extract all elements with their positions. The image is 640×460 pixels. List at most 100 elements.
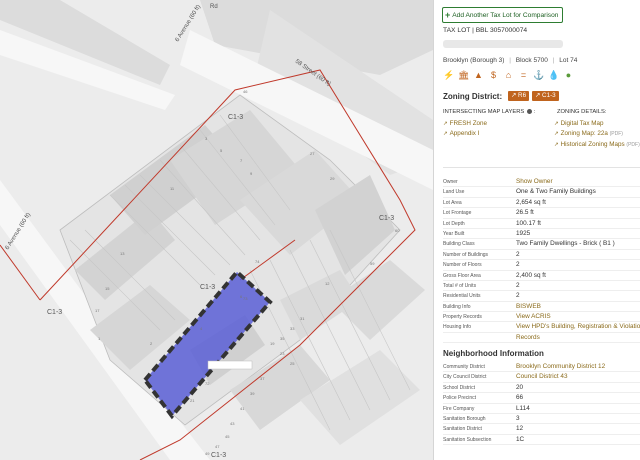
fresh-zone-link[interactable]: ↗ FRESH Zone (443, 120, 487, 127)
digital-tax-map-link[interactable]: ↗ Digital Tax Map (554, 120, 604, 127)
table-row: City Council District Council District 43 (443, 372, 640, 383)
table-row: Lot Depth 100.17 ft (443, 219, 640, 229)
lot-number-label: 35 (280, 336, 285, 341)
lot-number-label: 13 (120, 251, 125, 256)
zone-label: C1-3 (211, 452, 226, 459)
row-value: 66 (516, 394, 524, 402)
tax-lot-map[interactable]: 6 Avenue (60 ft) 58 Street (60 ft) 6 Ave… (0, 0, 433, 460)
row-value[interactable]: View ACRIS (516, 312, 551, 320)
layer-icon-bar: ⚡ 🏛 ▲ $ ⌂ = ⚓ 💧 ● (443, 70, 574, 81)
zoning-details-heading: ZONING DETAILS: (557, 109, 607, 115)
row-value: 2,400 sq ft (516, 271, 546, 279)
row-value: 12 (516, 425, 524, 433)
row-value: 2 (516, 281, 520, 289)
row-label: Sanitation District (443, 426, 482, 433)
lot-number-label: 15 (105, 286, 110, 291)
row-value[interactable]: Council District 43 (516, 372, 568, 380)
row-label: Year Built (443, 230, 465, 237)
table-row: Land Use One & Two Family Buildings (443, 187, 640, 198)
table-row: Building Class Two Family Dwellings - Bri… (443, 239, 640, 250)
zoning-tag-r6[interactable]: ↗ R6 (508, 91, 530, 101)
row-label: Property Records (443, 314, 482, 321)
table-row: Gross Floor Area 2,400 sq ft (443, 271, 640, 281)
divider (443, 167, 640, 168)
lot-info-panel: ✕ + Add Another Tax Lot for Comparison T… (433, 0, 640, 460)
lot-number-label: 27 (310, 151, 315, 156)
row-label: Gross Floor Area (443, 272, 481, 279)
zone-label: C1-3 (200, 284, 215, 291)
lot-number-label: 39 (250, 391, 255, 396)
lot-number-label: 25 (290, 361, 295, 366)
row-value: L114 (516, 404, 530, 412)
appendix-i-link[interactable]: ↗ Appendix I (443, 130, 479, 137)
borough-text: Brooklyn (Borough 3) (443, 57, 505, 64)
bank-icon[interactable]: 🏛 (458, 70, 469, 81)
table-row: Property Records View ACRIS (443, 312, 640, 323)
pin-icon[interactable]: ● (563, 70, 574, 81)
table-row: Residential Units 2 (443, 291, 640, 302)
table-row: Owner Show Owner (443, 177, 640, 188)
row-label: Number of Buildings (443, 251, 489, 258)
row-label: Lot Frontage (443, 210, 472, 217)
row-label: Community District (443, 364, 485, 370)
row-label: City Council District (443, 374, 487, 381)
road-icon[interactable]: ▲ (473, 70, 484, 81)
lot-number-label: 17 (95, 308, 100, 313)
house-icon[interactable]: ⌂ (503, 70, 514, 81)
zone-label: C1-3 (379, 215, 394, 222)
dollar-icon[interactable]: $ (488, 70, 499, 81)
row-value: 20 (516, 383, 524, 391)
row-value[interactable]: Show Owner (516, 177, 553, 185)
table-row: Sanitation Borough 3 (443, 414, 640, 425)
drop-icon[interactable]: 💧 (548, 70, 559, 81)
zoning-map-link[interactable]: ↗ Zoning Map: 22a (PDF) (554, 130, 623, 137)
neighborhood-table: Community District Brooklyn Community Dis… (443, 362, 640, 446)
row-label: Sanitation Subsection (443, 436, 492, 443)
table-row: Total # of Units 2 (443, 281, 640, 292)
intersecting-layers-heading: INTERSECTING MAP LAYERS : (443, 109, 536, 116)
row-value: Two Family Dwellings - Brick ( B1 ) (516, 240, 615, 248)
add-tax-lot-button[interactable]: + Add Another Tax Lot for Comparison (442, 7, 564, 23)
equals-icon[interactable]: = (518, 70, 529, 81)
lot-number-label: 31 (300, 316, 305, 321)
row-value: 2 (516, 292, 520, 300)
row-value: 2,654 sq ft (516, 198, 546, 206)
table-row: Building Info BISWEB (443, 302, 640, 313)
table-row: Lot Frontage 26.5 ft (443, 208, 640, 219)
table-row: Housing Info View HPD's Building, Registr… (443, 322, 640, 333)
row-value[interactable]: BISWEB (516, 302, 541, 310)
row-value[interactable]: Brooklyn Community District 12 (516, 362, 605, 370)
row-label: Land Use (443, 189, 465, 196)
row-label: Police Precinct (443, 395, 477, 402)
zoning-tag-c13[interactable]: ↗ C1-3 (532, 91, 559, 101)
historical-zoning-maps-link[interactable]: ↗ Historical Zoning Maps (PDF) (554, 141, 640, 148)
lot-number-label: 60 (395, 228, 400, 233)
table-row: Fire Company L114 (443, 404, 640, 414)
lightning-icon[interactable]: ⚡ (443, 70, 454, 81)
row-label: Lot Depth (443, 220, 465, 227)
row-value: 3 (516, 414, 520, 422)
lot-number-label: 23 (280, 351, 285, 356)
lot-details-table: Owner Show Owner Land Use One & Two Family … (443, 177, 640, 344)
table-row: Lot Area 2,654 sq ft (443, 198, 640, 209)
lot-number-label: 43 (230, 421, 235, 426)
anchor-icon[interactable]: ⚓ (533, 70, 544, 81)
lot-number-label: 12 (325, 281, 330, 286)
row-label: Housing Info (443, 324, 472, 331)
row-value[interactable]: Records (516, 333, 540, 341)
map-canvas[interactable]: 6 Avenue (60 ft) 58 Street (60 ft) 6 Ave… (0, 0, 433, 460)
lot-address-line: Brooklyn (Borough 3) | Block 5700 | Lot … (443, 57, 578, 64)
street-label: Rd (210, 4, 218, 10)
zone-label: C1-3 (47, 309, 62, 316)
lot-number-label: 33 (290, 326, 295, 331)
lot-number-label: 46 (243, 89, 248, 94)
row-value: 100.17 ft (516, 219, 541, 227)
row-value: 1925 (516, 229, 531, 237)
table-row: Sanitation District 12 (443, 424, 640, 435)
lot-number-label: 41 (240, 406, 245, 411)
row-value[interactable]: View HPD's Building, Registration & Viol… (516, 322, 640, 330)
row-value: 2 (516, 250, 520, 258)
row-label: Total # of Units (443, 282, 477, 289)
row-value: One & Two Family Buildings (516, 188, 596, 196)
plus-icon: + (445, 10, 451, 20)
